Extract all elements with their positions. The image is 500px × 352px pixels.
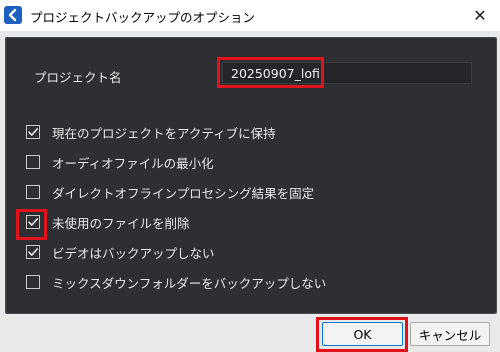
option-do-not-backup-mixdown-folder[interactable]: ミックスダウンフォルダーをバックアップしない <box>26 272 326 292</box>
app-logo-icon <box>4 6 22 24</box>
checkmark-icon <box>28 248 38 256</box>
checkbox-do-not-backup-video[interactable] <box>26 245 40 259</box>
checkmark-icon <box>28 218 38 226</box>
option-freeze-direct-offline-processing[interactable]: ダイレクトオフラインプロセシング結果を固定 <box>26 182 314 202</box>
checkbox-keep-project-active[interactable] <box>26 125 40 139</box>
project-name-input[interactable] <box>222 62 472 84</box>
ok-button[interactable]: OK <box>322 322 403 346</box>
option-minimize-audio-files[interactable]: オーディオファイルの最小化 <box>26 152 214 172</box>
option-label: ミックスダウンフォルダーをバックアップしない <box>52 275 327 291</box>
checkbox-remove-unused-files[interactable] <box>26 215 40 229</box>
checkbox-do-not-backup-mixdown-folder[interactable] <box>26 275 40 289</box>
option-do-not-backup-video[interactable]: ビデオはバックアップしない <box>26 242 215 262</box>
option-label: オーディオファイルの最小化 <box>52 155 214 171</box>
window-title: プロジェクトバックアップのオプション <box>30 10 256 25</box>
options-panel: プロジェクト名 現在のプロジェクトをアクティブに保持 オーディオファイルの最小化… <box>5 37 497 314</box>
dialog-body: プロジェクト名 現在のプロジェクトをアクティブに保持 オーディオファイルの最小化… <box>0 32 500 352</box>
checkmark-icon <box>28 128 38 136</box>
option-label: 現在のプロジェクトをアクティブに保持 <box>52 125 276 141</box>
option-label: ビデオはバックアップしない <box>52 245 215 261</box>
option-remove-unused-files[interactable]: 未使用のファイルを削除 <box>26 212 190 232</box>
checkbox-freeze-direct-offline-processing[interactable] <box>26 185 40 199</box>
option-label: ダイレクトオフラインプロセシング結果を固定 <box>52 185 315 201</box>
checkbox-minimize-audio-files[interactable] <box>26 155 40 169</box>
close-button[interactable]: ✕ <box>460 0 500 31</box>
project-name-label: プロジェクト名 <box>34 70 122 85</box>
option-label: 未使用のファイルを削除 <box>52 215 190 231</box>
cancel-button[interactable]: キャンセル <box>410 322 490 346</box>
close-icon: ✕ <box>473 6 487 25</box>
option-keep-project-active[interactable]: 現在のプロジェクトをアクティブに保持 <box>26 122 276 142</box>
title-bar: プロジェクトバックアップのオプション ✕ <box>0 0 500 32</box>
